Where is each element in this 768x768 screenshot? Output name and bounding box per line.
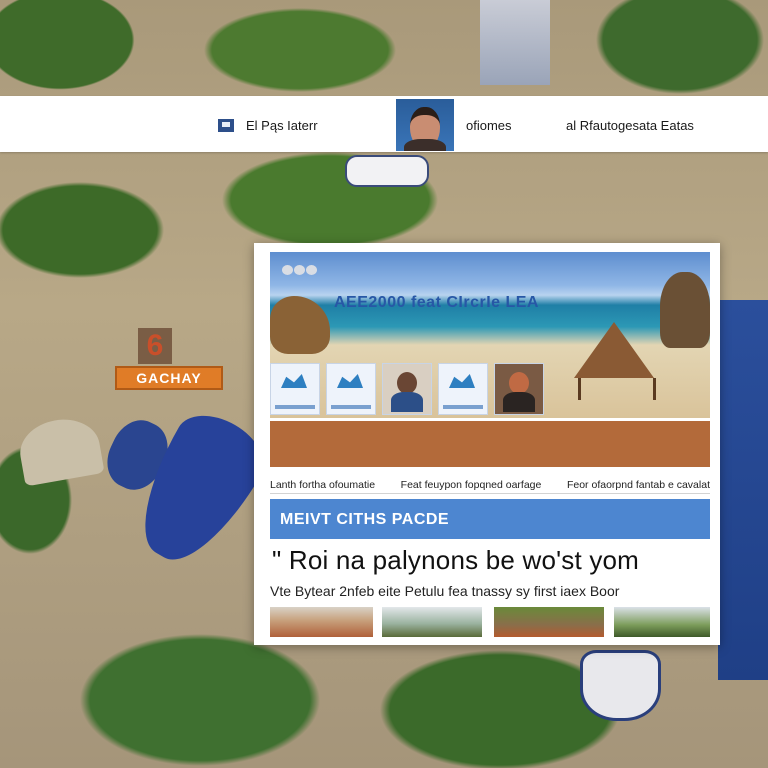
- window-icon[interactable]: [218, 119, 234, 132]
- topbar-center-link[interactable]: ofiomes: [466, 119, 512, 133]
- background-boat: [580, 650, 661, 721]
- thumbnail[interactable]: [270, 363, 320, 415]
- subheadline: Vte Bytear 2nfeb eite Petulu fea tnassy …: [270, 583, 620, 599]
- gallery-image[interactable]: [494, 607, 604, 637]
- headline: " Roi na palynons be wo'st yom: [272, 545, 640, 575]
- gallery-image[interactable]: [270, 607, 373, 637]
- hero-rock: [270, 296, 330, 354]
- column-caption[interactable]: Feor ofaorpnd fantab e cavalat: [567, 479, 710, 491]
- avatar[interactable]: [396, 99, 454, 151]
- background-marker: 6: [138, 328, 172, 364]
- gallery-image[interactable]: [614, 607, 710, 637]
- gallery-image[interactable]: [382, 607, 482, 637]
- thumbnail[interactable]: [326, 363, 376, 415]
- background-water: [718, 300, 768, 680]
- color-band: [270, 421, 710, 467]
- background-vehicle: [345, 155, 429, 187]
- avatar-body: [404, 139, 446, 151]
- hero-rock: [660, 272, 710, 348]
- column-captions: Lanth fortha ofoumatie Feat feuypon fopq…: [270, 479, 710, 491]
- thumbnail[interactable]: [438, 363, 488, 415]
- thumbnail[interactable]: [494, 363, 544, 415]
- divider: [270, 493, 710, 494]
- hero-cloud: [282, 262, 318, 275]
- content-card: AEE2000 feat CIrcrIe LEA Lanth fortha of…: [254, 243, 720, 645]
- hero-image[interactable]: AEE2000 feat CIrcrIe LEA: [270, 252, 710, 418]
- column-caption[interactable]: Feat feuypon fopqned oarfage: [401, 479, 542, 491]
- hero-hut: [564, 322, 656, 402]
- section-banner[interactable]: MEIVT CITHS PACDE: [270, 499, 710, 539]
- topbar-left-link[interactable]: El Pąs Iaterr: [246, 119, 318, 133]
- banner-text: MEIVT CITHS PACDE: [280, 511, 450, 528]
- thumbnail[interactable]: [382, 363, 432, 415]
- background-sign: GACHAY: [115, 366, 223, 390]
- thumbnail-row: [270, 363, 560, 415]
- column-caption[interactable]: Lanth fortha ofoumatie: [270, 479, 375, 491]
- background-building: [480, 0, 550, 85]
- background-roof: [15, 413, 105, 487]
- hero-title: AEE2000 feat CIrcrIe LEA: [334, 294, 539, 311]
- topbar-right-link[interactable]: al Rfautogesata Eatas: [566, 119, 694, 133]
